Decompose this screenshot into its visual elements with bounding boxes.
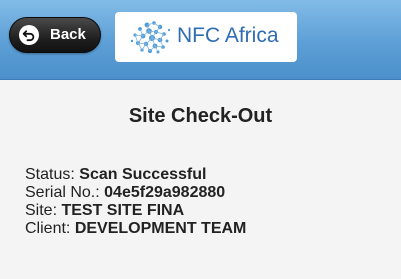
scan-details: Status: Scan Successful Serial No.: 04e5… [25, 166, 246, 238]
back-arrow-icon [19, 25, 39, 45]
site-value: TEST SITE FINA [61, 202, 185, 219]
header-bar: Back NFC Africa [0, 0, 401, 80]
brand-name: NFC Africa [177, 24, 279, 47]
back-button-label: Back [50, 26, 86, 43]
serial-value: 04e5f29a982880 [104, 184, 226, 201]
site-label: Site: [25, 202, 58, 219]
serial-label: Serial No.: [25, 184, 100, 201]
site-row: Site: TEST SITE FINA [25, 202, 246, 220]
page-title: Site Check-Out [128, 105, 273, 127]
page-content: Site Check-Out Status: Scan Successful S… [0, 80, 401, 279]
status-value: Scan Successful [79, 166, 207, 183]
status-row: Status: Scan Successful [25, 166, 246, 184]
brand-logo: NFC Africa [115, 12, 297, 62]
client-value: DEVELOPMENT TEAM [74, 220, 247, 237]
client-label: Client: [25, 220, 71, 237]
globe-network-icon [130, 21, 171, 54]
serial-row: Serial No.: 04e5f29a982880 [25, 184, 246, 202]
client-row: Client: DEVELOPMENT TEAM [25, 220, 246, 238]
back-button[interactable]: Back [9, 17, 101, 53]
status-label: Status: [25, 166, 75, 183]
